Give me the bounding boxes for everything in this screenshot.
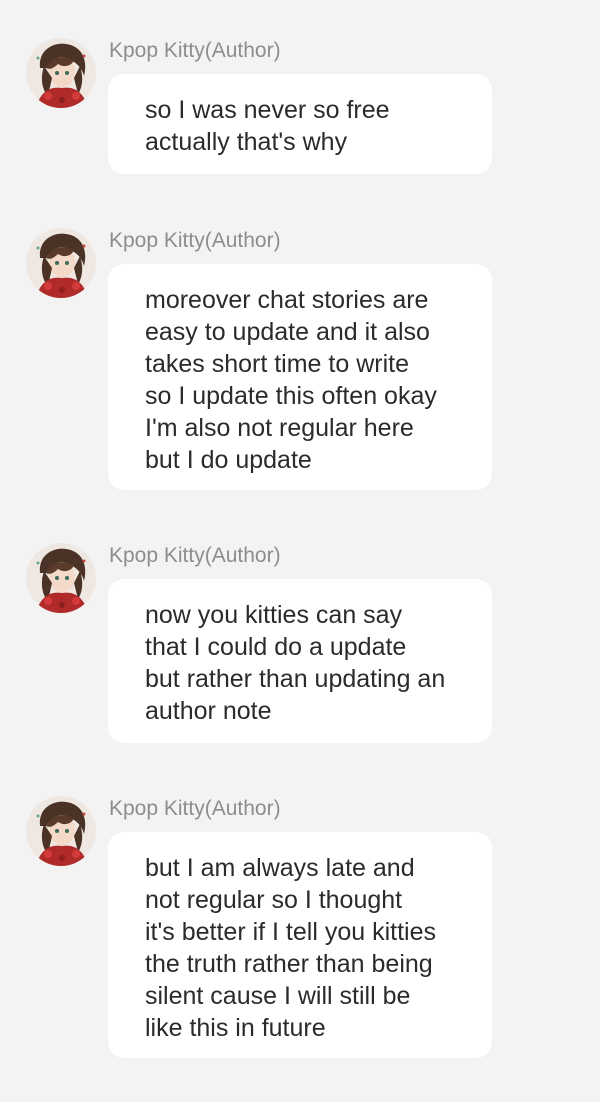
message-text-line: like this in future [145,1014,326,1042]
author-name[interactable]: Kpop Kitty(Author) [109,796,281,822]
author-name[interactable]: Kpop Kitty(Author) [109,543,281,569]
message-bubble: moreover chat stories are easy to update… [108,264,492,490]
message-text-line: not regular so I thought [145,886,403,914]
message-text-line: I'm also not regular here [145,414,414,442]
author-avatar[interactable] [26,543,96,613]
author-avatar[interactable] [26,796,96,866]
message-text-line: moreover chat stories are [145,286,429,314]
message-text-line: takes short time to write [145,350,409,378]
message-text-line: now you kitties can say [145,601,403,629]
message-bubble: so I was never so free actually that's w… [108,74,492,174]
message-text-line: the truth rather than being [145,950,433,978]
message-text-line: but I do update [145,446,312,474]
author-avatar[interactable] [26,38,96,108]
message-text-line: so I was never so free [145,96,390,124]
author-name[interactable]: Kpop Kitty(Author) [109,38,281,64]
anime-girl-avatar-icon [26,228,96,298]
message-text-line: but rather than updating an [145,665,446,693]
message-text-line: it's better if I tell you kitties [145,918,436,946]
message-text-line: but I am always late and [145,854,415,882]
message-bubble: but I am always late and not regular so … [108,832,492,1058]
message-text-line: so I update this often okay [145,382,437,410]
chat-thread[interactable]: Kpop Kitty(Author) so I was never so fre… [0,0,600,1102]
message-bubble: now you kitties can say that I could do … [108,579,492,743]
message-text-line: author note [145,697,272,725]
anime-girl-avatar-icon [26,543,96,613]
author-avatar[interactable] [26,228,96,298]
message-text-line: easy to update and it also [145,318,430,346]
author-name[interactable]: Kpop Kitty(Author) [109,228,281,254]
message-text-line: silent cause I will still be [145,982,411,1010]
message-text-line: actually that's why [145,128,348,156]
anime-girl-avatar-icon [26,796,96,866]
message-text-line: that I could do a update [145,633,407,661]
anime-girl-avatar-icon [26,38,96,108]
